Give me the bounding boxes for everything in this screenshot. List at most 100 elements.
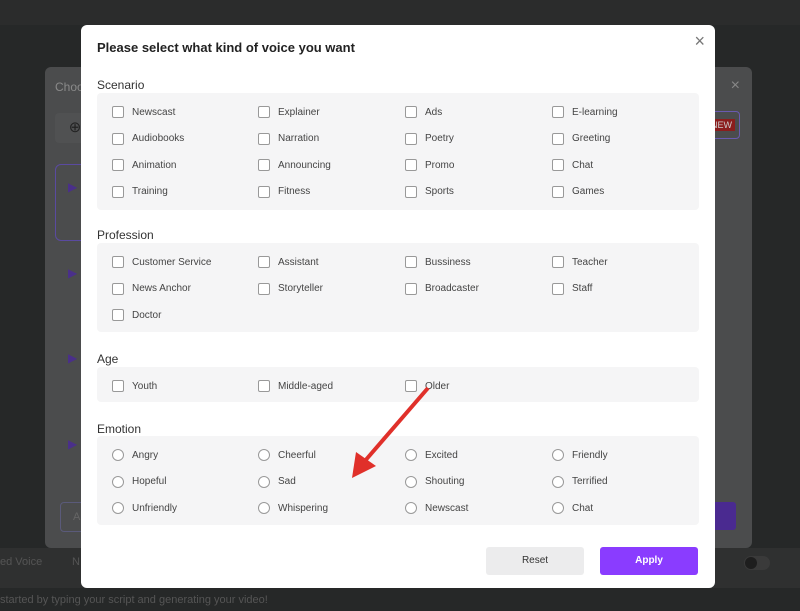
checkbox-explainer[interactable]: Explainer — [258, 105, 320, 119]
checkbox-icon[interactable] — [552, 282, 564, 295]
checkbox-announcing[interactable]: Announcing — [258, 158, 331, 172]
checkbox-older[interactable]: Older — [405, 379, 449, 393]
apply-button[interactable]: Apply — [600, 547, 698, 575]
radio-icon[interactable] — [405, 502, 417, 514]
radio-sad[interactable]: Sad — [258, 475, 296, 489]
checkbox-icon[interactable] — [405, 256, 417, 268]
checkbox-icon[interactable] — [405, 185, 417, 198]
checkbox-icon[interactable] — [552, 256, 564, 268]
checkbox-animation[interactable]: Animation — [112, 158, 176, 172]
checkbox-newscast[interactable]: Newscast — [112, 105, 175, 119]
checkbox-icon[interactable] — [552, 132, 564, 145]
checkbox-promo[interactable]: Promo — [405, 158, 454, 172]
radio-friendly[interactable]: Friendly — [552, 448, 608, 462]
voice-filter-dialog: Please select what kind of voice you wan… — [81, 25, 715, 588]
play-icon: ▶ — [68, 437, 78, 451]
option-label: Older — [425, 380, 450, 392]
checkbox-icon[interactable] — [552, 106, 564, 118]
checkbox-icon[interactable] — [112, 132, 124, 145]
reset-button[interactable]: Reset — [486, 547, 584, 575]
checkbox-doctor[interactable]: Doctor — [112, 308, 161, 322]
option-label: Cheerful — [278, 449, 316, 461]
checkbox-icon[interactable] — [258, 282, 270, 295]
radio-excited[interactable]: Excited — [405, 448, 458, 462]
checkbox-ads[interactable]: Ads — [405, 105, 442, 119]
checkbox-icon[interactable] — [552, 159, 564, 171]
checkbox-greeting[interactable]: Greeting — [552, 132, 610, 146]
radio-icon[interactable] — [112, 475, 124, 488]
checkbox-audiobooks[interactable]: Audiobooks — [112, 132, 184, 146]
checkbox-broadcaster[interactable]: Broadcaster — [405, 282, 479, 296]
radio-icon[interactable] — [112, 449, 124, 461]
option-label: Excited — [425, 449, 458, 461]
checkbox-storyteller[interactable]: Storyteller — [258, 282, 323, 296]
checkbox-icon[interactable] — [552, 185, 564, 198]
radio-unfriendly[interactable]: Unfriendly — [112, 501, 177, 515]
radio-hopeful[interactable]: Hopeful — [112, 475, 166, 489]
checkbox-fitness[interactable]: Fitness — [258, 185, 310, 199]
checkbox-icon[interactable] — [405, 106, 417, 118]
radio-icon[interactable] — [112, 502, 124, 514]
checkbox-icon[interactable] — [258, 159, 270, 171]
radio-icon[interactable] — [405, 449, 417, 461]
checkbox-icon[interactable] — [112, 282, 124, 295]
checkbox-narration[interactable]: Narration — [258, 132, 319, 146]
checkbox-icon[interactable] — [112, 380, 124, 392]
checkbox-icon[interactable] — [405, 380, 417, 392]
checkbox-e-learning[interactable]: E-learning — [552, 105, 618, 119]
checkbox-news-anchor[interactable]: News Anchor — [112, 282, 191, 296]
checkbox-icon[interactable] — [258, 106, 270, 118]
checkbox-icon[interactable] — [258, 185, 270, 198]
checkbox-icon[interactable] — [258, 132, 270, 145]
checkbox-middle-aged[interactable]: Middle-aged — [258, 379, 333, 393]
play-icon: ▶ — [68, 351, 78, 365]
option-label: Customer Service — [132, 256, 212, 268]
checkbox-poetry[interactable]: Poetry — [405, 132, 454, 146]
option-label: Angry — [132, 449, 159, 461]
checkbox-games[interactable]: Games — [552, 185, 604, 199]
checkbox-bussiness[interactable]: Bussiness — [405, 255, 471, 269]
radio-icon[interactable] — [258, 449, 270, 461]
radio-chat[interactable]: Chat — [552, 501, 593, 515]
option-label: Storyteller — [278, 283, 324, 294]
checkbox-sports[interactable]: Sports — [405, 185, 454, 199]
section-label-emotion: Emotion — [97, 422, 142, 436]
checkbox-icon[interactable] — [258, 380, 270, 392]
toggle-switch — [744, 556, 770, 570]
close-icon[interactable]: × — [694, 31, 705, 52]
option-label: Explainer — [278, 106, 320, 118]
radio-terrified[interactable]: Terrified — [552, 475, 608, 489]
option-label: Bussiness — [425, 256, 471, 268]
dialog-title: Please select what kind of voice you wan… — [97, 40, 355, 55]
checkbox-icon[interactable] — [112, 106, 124, 118]
checkbox-chat[interactable]: Chat — [552, 158, 593, 172]
radio-whispering[interactable]: Whispering — [258, 501, 328, 515]
radio-angry[interactable]: Angry — [112, 448, 158, 462]
checkbox-icon[interactable] — [112, 309, 124, 321]
radio-shouting[interactable]: Shouting — [405, 475, 464, 489]
radio-icon[interactable] — [258, 502, 270, 514]
checkbox-icon[interactable] — [258, 256, 270, 268]
radio-cheerful[interactable]: Cheerful — [258, 448, 316, 462]
checkbox-icon[interactable] — [112, 159, 124, 171]
option-label: Newscast — [425, 502, 469, 514]
checkbox-icon[interactable] — [405, 282, 417, 295]
option-label: Shouting — [425, 476, 465, 487]
checkbox-youth[interactable]: Youth — [112, 379, 157, 393]
checkbox-staff[interactable]: Staff — [552, 282, 592, 296]
radio-icon[interactable] — [405, 475, 417, 488]
checkbox-icon[interactable] — [112, 185, 124, 198]
radio-icon[interactable] — [552, 449, 564, 461]
checkbox-icon[interactable] — [405, 159, 417, 171]
radio-newscast[interactable]: Newscast — [405, 501, 468, 515]
radio-icon[interactable] — [552, 475, 564, 488]
checkbox-assistant[interactable]: Assistant — [258, 255, 319, 269]
checkbox-teacher[interactable]: Teacher — [552, 255, 608, 269]
checkbox-icon[interactable] — [405, 132, 417, 145]
checkbox-customer-service[interactable]: Customer Service — [112, 255, 211, 269]
option-label: Unfriendly — [132, 502, 178, 514]
checkbox-icon[interactable] — [112, 256, 124, 268]
checkbox-training[interactable]: Training — [112, 185, 168, 199]
radio-icon[interactable] — [258, 475, 270, 488]
radio-icon[interactable] — [552, 502, 564, 514]
